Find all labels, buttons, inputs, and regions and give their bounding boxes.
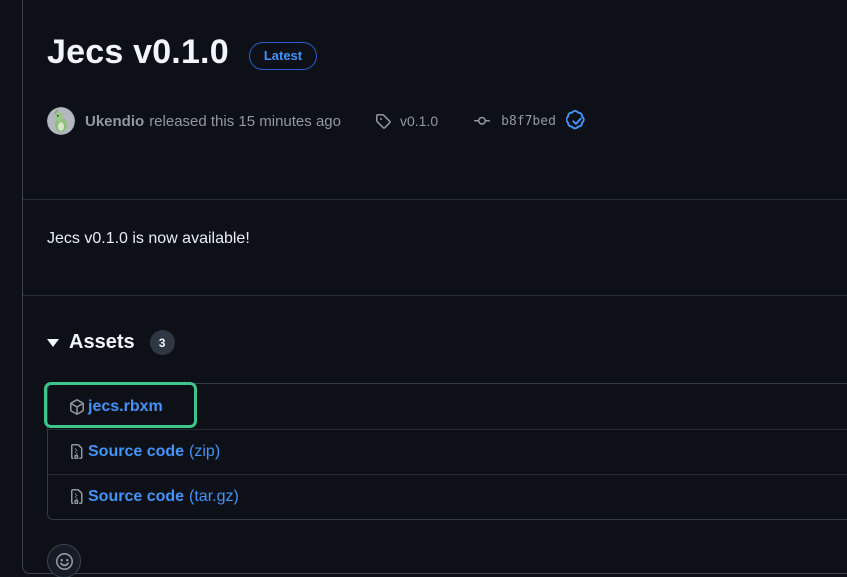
asset-suffix: (zip) (189, 443, 220, 461)
asset-row: Source code (tar.gz) (48, 474, 847, 519)
latest-badge: Latest (249, 42, 317, 70)
release-card: Jecs v0.1.0 Latest Ukendio released this… (22, 0, 847, 574)
release-description: Jecs v0.1.0 is now available! (47, 227, 847, 251)
release-header: Jecs v0.1.0 Latest Ukendio released this… (23, 0, 847, 200)
released-text: released this 15 minutes ago (149, 113, 341, 130)
release-meta-row: Ukendio released this 15 minutes ago v0.… (47, 106, 847, 136)
file-zip-icon (69, 489, 85, 505)
assets-title: Assets (69, 331, 135, 354)
release-body: Jecs v0.1.0 is now available! (23, 200, 847, 296)
commit-group[interactable]: b8f7bed (472, 113, 556, 129)
asset-name: Source code (88, 443, 184, 461)
verified-badge-icon (566, 110, 588, 132)
assets-toggle[interactable]: Assets 3 (47, 328, 847, 357)
author-link[interactable]: Ukendio (85, 113, 144, 130)
assets-count-badge: 3 (150, 330, 175, 355)
asset-row: Source code (zip) (48, 429, 847, 474)
assets-section: Assets 3 jecs.rbxm (23, 328, 847, 577)
smiley-icon (56, 553, 73, 570)
asset-suffix: (tar.gz) (189, 488, 239, 506)
git-commit-icon (472, 113, 492, 129)
file-zip-icon (69, 444, 85, 460)
package-icon (69, 399, 85, 415)
asset-link-source-zip[interactable]: Source code (zip) (69, 443, 220, 461)
verified-icon[interactable] (566, 110, 588, 132)
add-reaction-button[interactable] (47, 544, 81, 577)
triangle-down-icon (47, 339, 59, 347)
asset-name: jecs.rbxm (88, 398, 163, 416)
asset-link-jecs-rbxm[interactable]: jecs.rbxm (69, 398, 163, 416)
release-title-row: Jecs v0.1.0 Latest (47, 30, 847, 74)
asset-name: Source code (88, 488, 184, 506)
asset-list: jecs.rbxm Source code (zip) (47, 383, 847, 520)
asset-link-source-targz[interactable]: Source code (tar.gz) (69, 488, 239, 506)
release-tag: v0.1.0 (400, 113, 438, 129)
asset-row: jecs.rbxm (48, 384, 847, 429)
avatar[interactable] (47, 107, 75, 135)
release-title: Jecs v0.1.0 (47, 30, 229, 74)
tag-icon (375, 113, 391, 129)
avatar-image (47, 107, 75, 135)
release-tag-group[interactable]: v0.1.0 (375, 113, 438, 129)
commit-sha: b8f7bed (501, 114, 556, 129)
